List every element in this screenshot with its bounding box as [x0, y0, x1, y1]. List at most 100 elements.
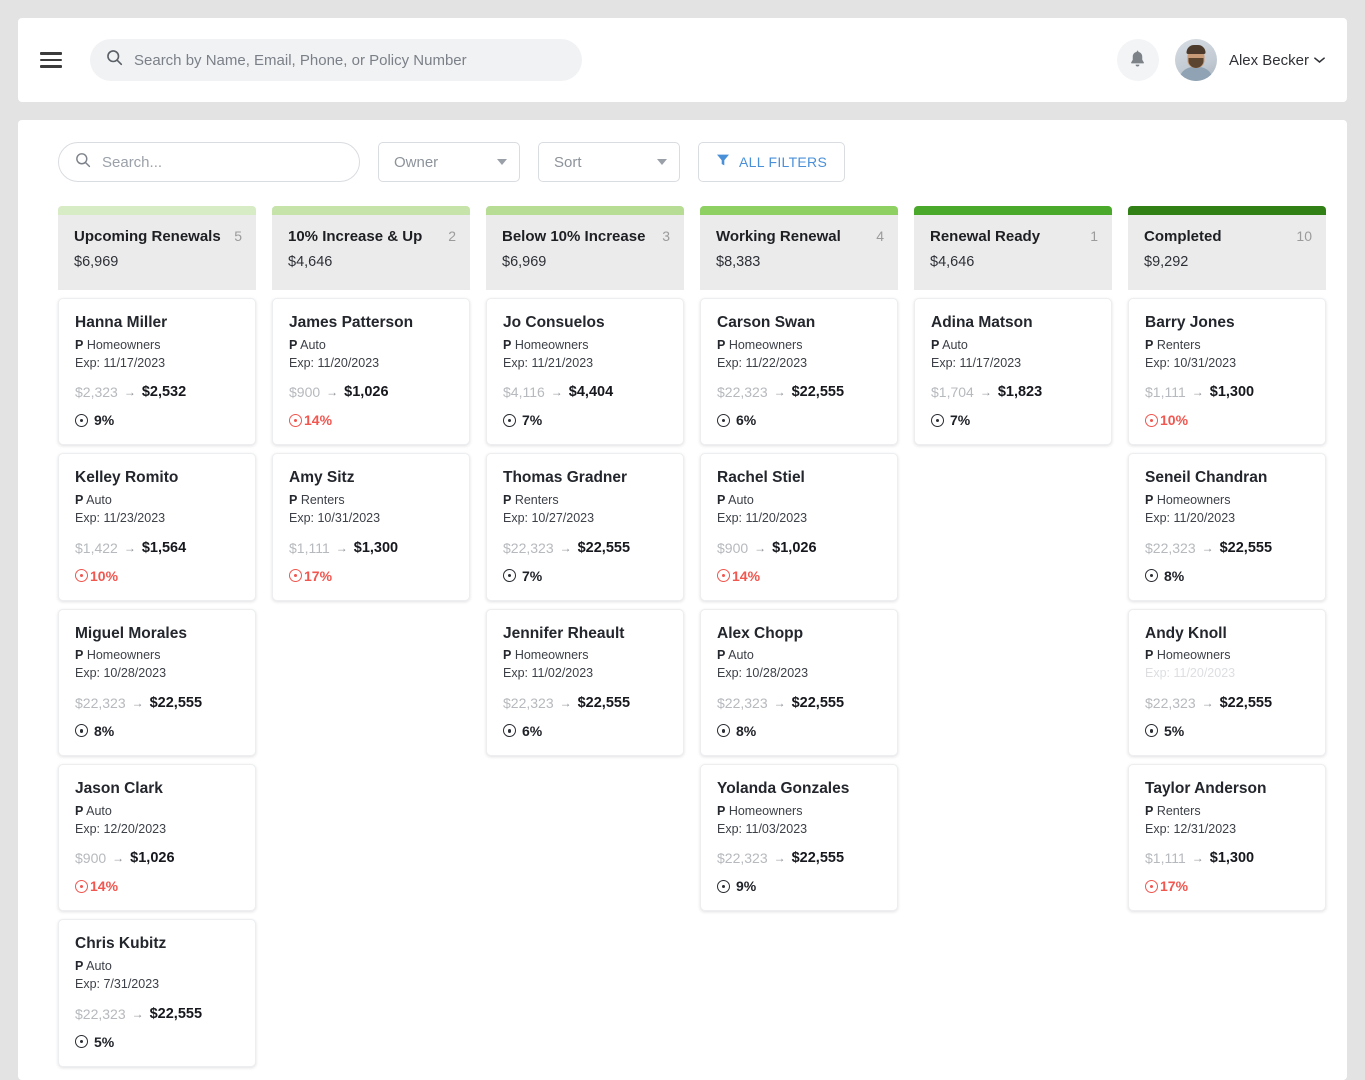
user-menu[interactable]: Alex Becker: [1174, 39, 1325, 81]
column-count: 3: [662, 228, 670, 244]
renewal-card[interactable]: Miguel Morales P Homeowners Exp: 10/28/202…: [58, 608, 256, 756]
renewal-card[interactable]: Carson Swan P Homeowners Exp: 11/22/2023 $2…: [700, 298, 898, 446]
renewal-card[interactable]: Alex Chopp P Auto Exp: 10/28/2023 $22,323 → $…: [700, 608, 898, 756]
column-header: Working Renewal 4 $8,383: [700, 206, 898, 290]
arrow-right-icon: →: [559, 695, 572, 710]
column-header: Upcoming Renewals 5 $6,969: [58, 206, 256, 290]
hamburger-icon[interactable]: [36, 45, 66, 75]
card-price-row: $22,323 → $22,555: [503, 695, 667, 711]
percent-change-value: 14%: [90, 878, 119, 895]
card-customer-name: Miguel Morales: [75, 624, 187, 642]
app-root: Alex Becker Owner: [0, 0, 1365, 1080]
percent-change-value: 17%: [304, 567, 333, 584]
all-filters-button[interactable]: ALL FILTERS: [698, 142, 846, 182]
card-policy-type: P Renters: [503, 492, 667, 510]
card-policy-type: P Renters: [1145, 803, 1309, 821]
column-accent-bar: [486, 206, 684, 215]
renewal-card[interactable]: James Patterson P Auto Exp: 11/20/2023 $900…: [272, 298, 470, 446]
column-count: 10: [1296, 228, 1312, 244]
column-title: Upcoming Renewals: [74, 228, 221, 245]
card-old-price: $22,323: [75, 1005, 126, 1022]
filter-toolbar: Owner Sort ALL FILTERS: [18, 142, 1347, 182]
percent-change-value: 9%: [94, 412, 115, 429]
user-name-label: Alex Becker: [1229, 52, 1325, 69]
arrow-right-icon: →: [754, 540, 767, 555]
global-search-box[interactable]: [90, 39, 582, 81]
renewal-card[interactable]: Jennifer Rheault P Homeowners Exp: 11/02/2…: [486, 608, 684, 756]
card-percent-change: 8%: [75, 723, 239, 739]
renewal-card[interactable]: Chris Kubitz P Auto Exp: 7/31/2023 $22,323 →…: [58, 919, 256, 1067]
user-name-text: Alex Becker: [1228, 51, 1309, 69]
funnel-icon: [716, 153, 730, 172]
renewal-card[interactable]: Andy Knoll P Homeowners Exp: 11/20/2023 $22…: [1128, 608, 1326, 756]
renewal-card[interactable]: Jason Clark P Auto Exp: 12/20/2023 $900 → $1,…: [58, 763, 256, 912]
card-expiration-date: Exp: 11/02/2023: [503, 666, 594, 681]
card-policy-type: P Auto: [75, 958, 239, 976]
percent-change-icon: [503, 724, 516, 738]
renewal-card[interactable]: Seneil Chandran P Homeowners Exp: 11/20/20…: [1128, 453, 1326, 601]
renewal-card[interactable]: Thomas Gradner P Renters Exp: 10/27/2023 $2…: [486, 453, 684, 601]
percent-change-value: 6%: [522, 722, 543, 739]
card-percent-change: 5%: [75, 1034, 239, 1050]
card-percent-change: 7%: [503, 568, 667, 584]
card-percent-change: 5%: [1145, 723, 1309, 739]
column-header: 10% Increase & Up 2 $4,646: [272, 206, 470, 290]
renewal-card[interactable]: Rachel Stiel P Auto Exp: 11/20/2023 $900 → $1…: [700, 453, 898, 601]
card-percent-change: 9%: [717, 878, 881, 894]
card-customer-name: Jason Clark: [75, 779, 163, 797]
column-title-row: 10% Increase & Up 2: [272, 215, 470, 245]
card-price-row: $1,422 → $1,564: [75, 540, 239, 556]
kanban-board: Upcoming Renewals 5 $6,969 Hanna Miller P Ho…: [18, 182, 1347, 1080]
card-old-price: $900: [717, 539, 749, 556]
card-new-price: $1,300: [1209, 384, 1255, 401]
renewal-card[interactable]: Jo Consuelos P Homeowners Exp: 11/21/2023 $…: [486, 298, 684, 446]
card-percent-change: 8%: [1145, 568, 1309, 584]
column-accent-bar: [272, 206, 470, 215]
arrow-right-icon: →: [1201, 695, 1214, 710]
percent-change-icon: [289, 569, 302, 583]
renewal-card[interactable]: Hanna Miller P Homeowners Exp: 11/17/2023 $…: [58, 298, 256, 446]
card-policy-type: P Homeowners: [717, 803, 881, 821]
percent-change-icon: [717, 724, 730, 738]
column-count: 5: [234, 228, 242, 244]
column-total-amount: $4,646: [930, 254, 975, 270]
policy-type-label: Renters: [297, 493, 345, 508]
column-count: 2: [448, 228, 456, 244]
card-customer-name: Andy Knoll: [1145, 624, 1227, 642]
card-policy-type: P Homeowners: [75, 337, 239, 355]
column-title: Completed: [1144, 228, 1222, 245]
card-customer-name: Carson Swan: [717, 314, 816, 331]
sort-select[interactable]: Sort: [538, 142, 680, 182]
card-price-row: $22,323 → $22,555: [717, 850, 881, 866]
column-accent-bar: [914, 206, 1112, 215]
card-policy-type: P Homeowners: [717, 337, 881, 355]
arrow-right-icon: →: [773, 385, 786, 400]
owner-select[interactable]: Owner: [378, 142, 520, 182]
global-search-input[interactable]: [134, 51, 566, 69]
board-search-input[interactable]: [102, 153, 343, 171]
owner-select-label: Owner: [394, 153, 439, 171]
percent-change-icon: [75, 1035, 88, 1049]
renewal-card[interactable]: Adina Matson P Auto Exp: 11/17/2023 $1,704 →…: [914, 298, 1112, 446]
card-customer-name: Amy Sitz: [289, 469, 355, 487]
renewal-card[interactable]: Yolanda Gonzales P Homeowners Exp: 11/03/2…: [700, 763, 898, 912]
board-search-box[interactable]: [58, 142, 360, 182]
card-old-price: $1,111: [289, 539, 330, 556]
card-expiration-date: Exp: 11/20/2023: [1145, 666, 1236, 681]
percent-change-icon: [717, 413, 730, 427]
renewal-card[interactable]: Kelley Romito P Auto Exp: 11/23/2023 $1,422…: [58, 453, 256, 601]
policy-type-label: Auto: [725, 648, 754, 663]
card-price-row: $900 → $1,026: [289, 384, 453, 400]
arrow-right-icon: →: [773, 695, 786, 710]
card-old-price: $22,323: [503, 694, 554, 711]
kanban-column: Renewal Ready 1 $4,646 Adina Matson P Auto Ex…: [914, 206, 1112, 446]
policy-type-label: Renters: [1153, 337, 1201, 352]
bell-icon[interactable]: [1116, 39, 1159, 81]
card-new-price: $22,555: [791, 694, 845, 711]
renewal-card[interactable]: Barry Jones P Renters Exp: 10/31/2023 $1,11…: [1128, 298, 1326, 446]
renewal-card[interactable]: Taylor Anderson P Renters Exp: 12/31/2023 $…: [1128, 763, 1326, 912]
renewal-card[interactable]: Amy Sitz P Renters Exp: 10/31/2023 $1,111 → $…: [272, 453, 470, 601]
card-old-price: $900: [289, 384, 321, 401]
card-policy-type: P Renters: [289, 492, 453, 510]
search-icon: [106, 49, 123, 71]
